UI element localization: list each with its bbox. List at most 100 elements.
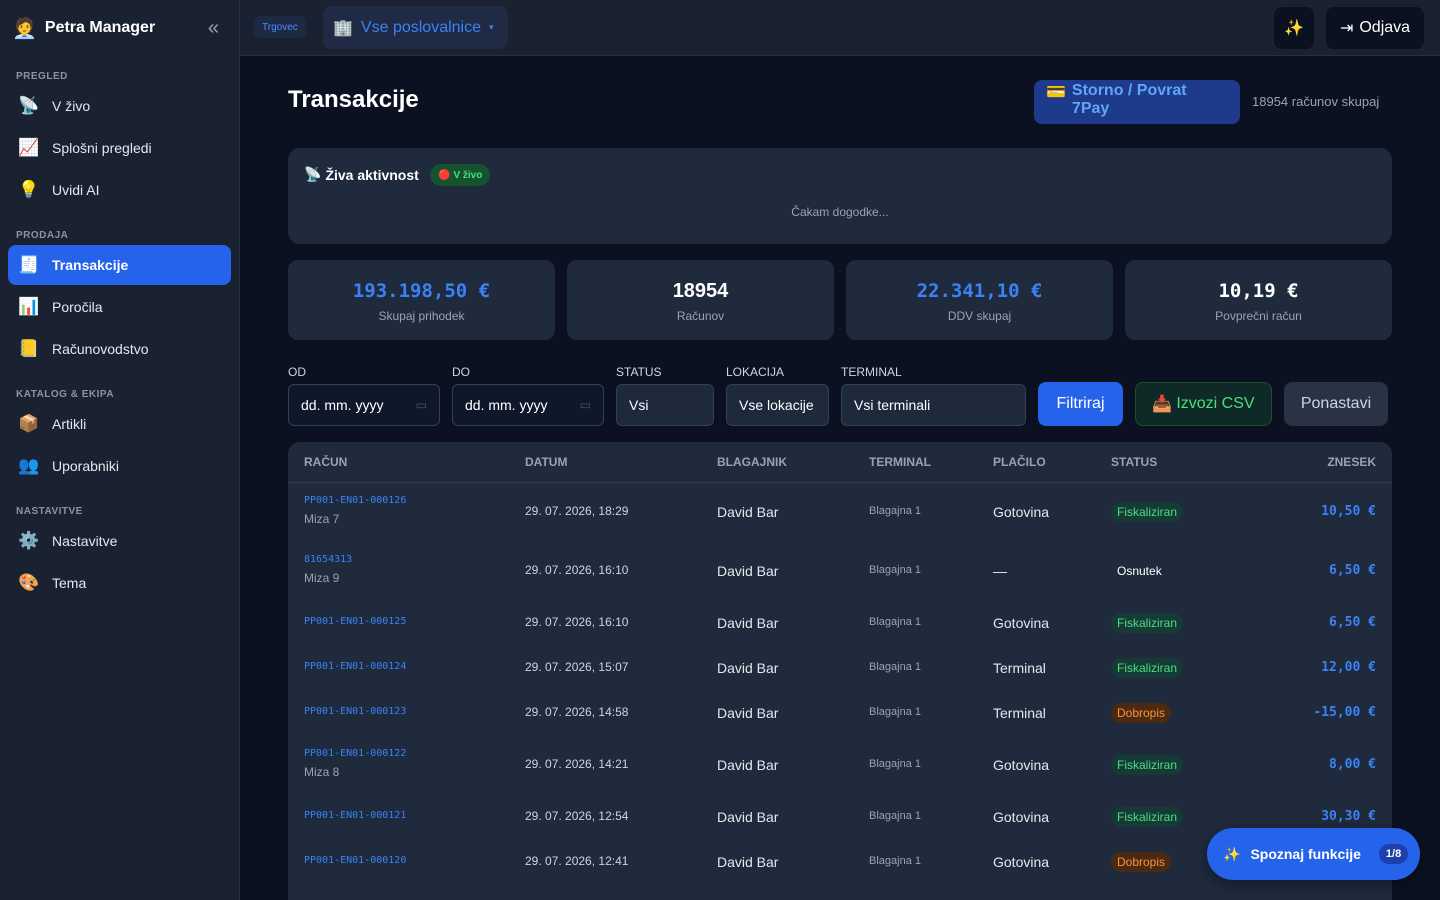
- table-row[interactable]: PP001-EN01-000125 29. 07. 2026, 16:10 Davi…: [288, 603, 1392, 643]
- sidebar-item-label: Poročila: [52, 299, 103, 315]
- table-row[interactable]: 81654313 Miza 9 29. 07. 2026, 16:10 David B…: [288, 551, 1392, 591]
- stat-value: 22.341,10 €: [916, 280, 1043, 302]
- invoice-cashier: David Bar: [717, 504, 779, 520]
- sidebar-item-ra-unovodstvo[interactable]: 📒 Računovodstvo: [8, 329, 231, 369]
- nav-icon: 🎨: [18, 573, 40, 592]
- invoice-cashier: David Bar: [717, 809, 779, 825]
- sidebar-item-poro-ila[interactable]: 📊 Poročila: [8, 287, 231, 327]
- logout-icon: ⇥: [1339, 20, 1354, 37]
- nav-icon: 👥: [18, 456, 40, 475]
- location-select[interactable]: 🏢 Vse poslovalnice ▾: [323, 6, 508, 49]
- invoice-date: 29. 07. 2026, 14:21: [525, 757, 629, 771]
- sidebar-item-transakcije[interactable]: 🧾 Transakcije: [8, 245, 231, 285]
- export-csv-button[interactable]: 📥 Izvozi CSV: [1135, 382, 1272, 426]
- col-invoice[interactable]: RAČUN: [304, 455, 347, 469]
- nav-icon: 📒: [18, 339, 40, 358]
- invoice-id-link[interactable]: PP001-EN01-000124: [304, 661, 406, 672]
- to-date-input[interactable]: dd. mm. yyyy ▭: [452, 384, 604, 426]
- status-badge: Fiskaliziran: [1111, 755, 1184, 775]
- sidebar-item-tema[interactable]: 🎨 Tema: [8, 563, 231, 603]
- invoice-date: 29. 07. 2026, 16:10: [525, 615, 629, 629]
- sidebar-item-artikli[interactable]: 📦 Artikli: [8, 404, 231, 444]
- sidebar-item-nastavitve[interactable]: ⚙️ Nastavitve: [8, 521, 231, 561]
- sidebar-item-label: Splošni pregledi: [52, 140, 152, 156]
- invoice-date: 29. 07. 2026, 12:54: [525, 809, 629, 823]
- invoice-terminal: Blagajna 1: [869, 616, 921, 628]
- storno-label: Storno / Povrat 7Pay: [1071, 82, 1187, 117]
- invoice-id-link[interactable]: PP001-EN01-000122: [304, 748, 406, 759]
- invoice-cashier: David Bar: [717, 660, 779, 676]
- live-badge-label: V živo: [453, 169, 483, 181]
- invoice-id-link[interactable]: PP001-EN01-000123: [304, 706, 406, 717]
- nav-icon: 📊: [18, 297, 40, 316]
- status-badge: Fiskaliziran: [1111, 613, 1184, 633]
- invoice-id-link[interactable]: PP001-EN01-000120: [304, 855, 406, 866]
- invoice-payment: —: [993, 563, 1007, 579]
- table-row[interactable]: PP001-EN01-000126 Miza 7 29. 07. 2026, 18:…: [288, 492, 1392, 532]
- ai-sparkle-button[interactable]: ✨: [1274, 7, 1314, 49]
- reset-button[interactable]: Ponastavi: [1284, 382, 1388, 426]
- stat-label: Skupaj prihodek: [378, 309, 465, 323]
- col-status[interactable]: STATUS: [1111, 455, 1157, 469]
- stat-label: DDV skupaj: [947, 309, 1012, 323]
- location-filter-label: LOKACIJA: [726, 365, 785, 379]
- nav-icon: 📦: [18, 414, 40, 433]
- invoice-amount: 12,00 €: [1321, 660, 1376, 675]
- from-date-input[interactable]: dd. mm. yyyy ▭: [288, 384, 440, 426]
- storno-button[interactable]: 💳 Storno / Povrat 7Pay: [1034, 80, 1240, 124]
- calendar-icon[interactable]: ▭: [580, 398, 591, 412]
- status-badge: Fiskaliziran: [1111, 658, 1184, 678]
- brand: 🧑‍💼 Petra Manager «: [0, 0, 239, 56]
- sidebar-item-uvidi-ai[interactable]: 💡 Uvidi AI: [8, 170, 231, 210]
- table-row[interactable]: PP001-EN01-000122 Miza 8 29. 07. 2026, 14:…: [288, 745, 1392, 785]
- table-row[interactable]: PP001-EN01-000124 29. 07. 2026, 15:07 Davi…: [288, 648, 1392, 688]
- stat-value: 18954: [672, 280, 729, 302]
- nav-icon: ⚙️: [18, 531, 40, 550]
- invoice-terminal: Blagajna 1: [869, 564, 921, 576]
- tour-step-badge: 1/8: [1378, 844, 1409, 864]
- invoice-cashier: David Bar: [717, 854, 779, 870]
- invoice-id-link[interactable]: PP001-EN01-000126: [304, 495, 406, 506]
- col-terminal[interactable]: TERMINAL: [869, 455, 931, 469]
- role-badge: Trgovec: [254, 16, 306, 38]
- sidebar-item-label: Tema: [52, 575, 87, 591]
- col-date[interactable]: DATUM: [525, 455, 567, 469]
- invoice-status: Osnutek: [1111, 561, 1168, 581]
- invoice-amount: 6,50 €: [1329, 615, 1376, 630]
- nav-icon: 📡: [18, 96, 40, 115]
- col-cashier[interactable]: BLAGAJNIK: [717, 455, 787, 469]
- invoice-id-link[interactable]: PP001-EN01-000121: [304, 810, 406, 821]
- invoice-id-link[interactable]: 81654313: [304, 554, 352, 565]
- status-select[interactable]: Vsi: [616, 384, 714, 426]
- table-row[interactable]: PP001-EN01-000123 29. 07. 2026, 14:58 Davi…: [288, 693, 1392, 733]
- location-label: Vse poslovalnice: [360, 18, 481, 36]
- invoice-terminal: Blagajna 1: [869, 810, 921, 822]
- to-date-label: DO: [452, 365, 470, 379]
- invoice-cashier: David Bar: [717, 563, 779, 579]
- invoice-amount: 6,50 €: [1329, 563, 1376, 578]
- building-icon: 🏢: [333, 19, 353, 37]
- invoice-table: Miza 8: [304, 765, 340, 779]
- sidebar-item-v-ivo[interactable]: 📡 V živo: [8, 86, 231, 126]
- sidebar-section-title: PREGLED: [16, 70, 68, 82]
- stat-revenue: 193.198,50 € Skupaj prihodek: [288, 260, 555, 340]
- invoice-status: Fiskaliziran: [1111, 658, 1184, 678]
- invoice-date: 29. 07. 2026, 18:29: [525, 504, 629, 518]
- sidebar-item-uporabniki[interactable]: 👥 Uporabniki: [8, 446, 231, 486]
- invoice-payment: Gotovina: [993, 757, 1050, 773]
- sidebar-item-label: Artikli: [52, 416, 87, 432]
- terminal-label: TERMINAL: [841, 365, 902, 379]
- invoice-id-link[interactable]: PP001-EN01-000125: [304, 616, 406, 627]
- col-amount[interactable]: ZNESEK: [1327, 455, 1376, 469]
- terminal-select[interactable]: Vsi terminali: [841, 384, 1026, 426]
- logout-button[interactable]: ⇥ Odjava: [1326, 7, 1424, 49]
- status-badge: Fiskaliziran: [1111, 502, 1184, 522]
- location-filter-select[interactable]: Vse lokacije: [726, 384, 829, 426]
- calendar-icon[interactable]: ▭: [416, 398, 427, 412]
- sidebar-item-splo-ni-pregledi[interactable]: 📈 Splošni pregledi: [8, 128, 231, 168]
- feature-tour-button[interactable]: ✨ Spoznaj funkcije 1/8: [1207, 828, 1420, 880]
- filter-button[interactable]: Filtriraj: [1038, 382, 1123, 426]
- collapse-sidebar-icon[interactable]: «: [208, 17, 227, 40]
- col-payment[interactable]: PLAČILO: [993, 455, 1046, 469]
- live-activity-panel: 📡 Živa aktivnost 🔴 V živo Čakam dogodke.…: [288, 148, 1392, 244]
